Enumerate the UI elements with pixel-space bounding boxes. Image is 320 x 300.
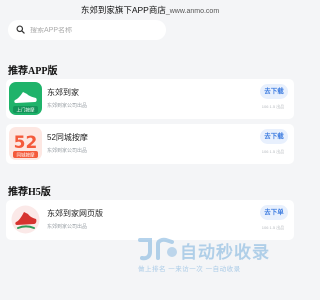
h5-card-dongjiao-web[interactable]: 东郊到家网页版 东郊到家公司出品 去下单 106 1.5 出品 <box>6 200 294 240</box>
shoe-logo-icon <box>9 203 42 236</box>
icon-caption: 同城按摩 <box>17 152 35 159</box>
app-subtitle: 东郊到家公司出品 <box>47 148 88 154</box>
download-button[interactable]: 去下载 <box>260 129 288 144</box>
page-title-text: 东郊到家旗下APP商店 <box>80 5 166 15</box>
section-title-h5: 推荐H5版 <box>8 187 51 198</box>
download-button[interactable]: 去下载 <box>260 84 288 99</box>
order-button[interactable]: 去下单 <box>260 205 288 220</box>
watermark-tagline: 做上排名 一来访一次 一自动收录 <box>138 266 241 273</box>
watermark: 自动秒收录 做上排名 一来访一次 一自动收录 <box>136 236 296 280</box>
h5-subtitle: 东郊到家公司出品 <box>47 224 88 230</box>
app-size: 106 1.5 出品 <box>261 149 285 154</box>
watermark-text: 自动秒收录 <box>180 243 270 263</box>
app-name: 东郊到家 <box>47 88 79 97</box>
app-card-dongjiao[interactable]: 上门按摩 东郊到家 东郊到家公司出品 去下载 106 1.5 出品 <box>6 79 294 119</box>
icon-number: 52 <box>14 133 38 153</box>
search-bar[interactable] <box>8 20 166 40</box>
search-input[interactable] <box>30 26 160 34</box>
shoe-logo-icon: 上门按摩 <box>9 82 42 115</box>
page-title: 东郊到家旗下APP商店_www.anmo.com <box>0 2 300 18</box>
app-card-52[interactable]: 52 同城按摩 52同城按摩 东郊到家公司出品 去下载 106 1.5 出品 <box>6 124 294 164</box>
section-title-app: 推荐APP版 <box>8 66 58 77</box>
app-name: 52同城按摩 <box>47 133 88 142</box>
search-icon <box>16 21 25 39</box>
page-domain: _www.anmo.com <box>165 8 220 15</box>
watermark-logo-icon <box>138 237 177 261</box>
icon-caption: 上门按摩 <box>17 107 35 114</box>
app-subtitle: 东郊到家公司出品 <box>47 103 88 109</box>
h5-name: 东郊到家网页版 <box>47 209 103 218</box>
number-52-logo-icon: 52 同城按摩 <box>9 127 42 160</box>
app-size: 106 1.5 出品 <box>261 104 285 109</box>
h5-size: 106 1.5 出品 <box>261 225 285 230</box>
